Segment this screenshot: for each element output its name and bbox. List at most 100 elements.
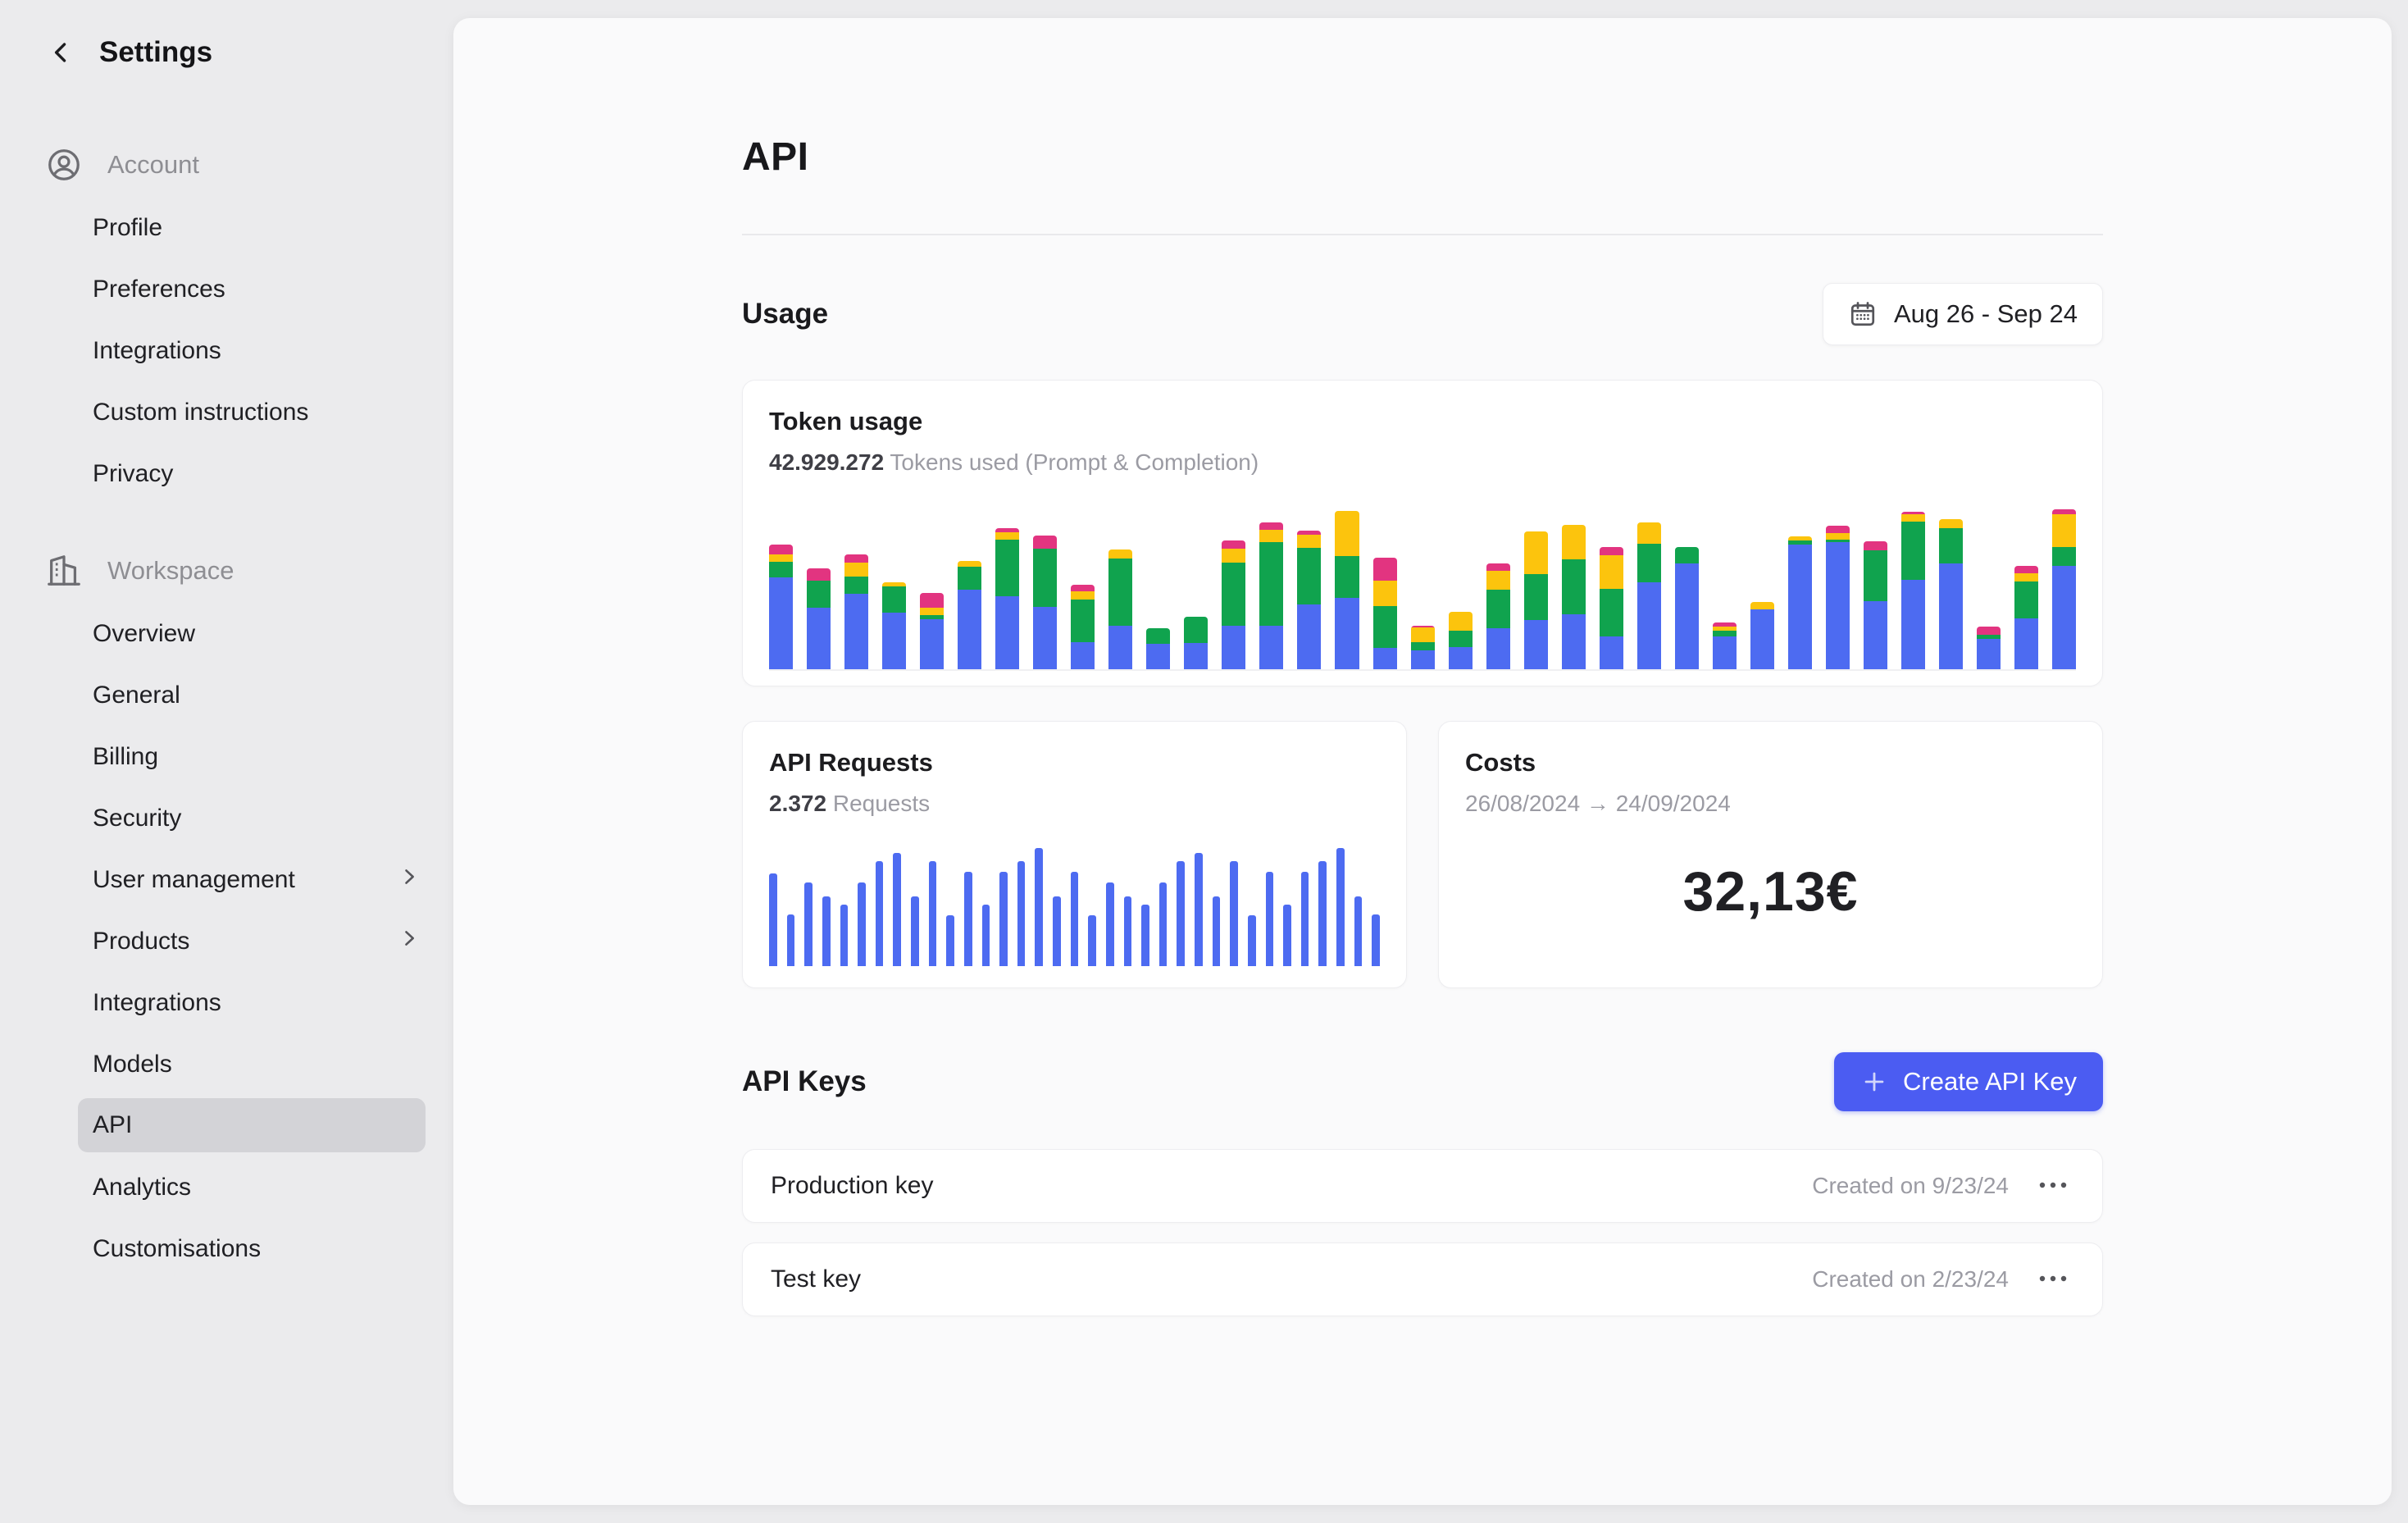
sidebar-section-header-account: Account xyxy=(45,133,453,197)
settings-header: Settings xyxy=(45,36,453,69)
sidebar-item-preferences[interactable]: Preferences xyxy=(93,258,440,320)
api-requests-title: API Requests xyxy=(769,748,1380,777)
api-request-bar xyxy=(1195,853,1203,966)
token-segment-blue xyxy=(1750,609,1774,669)
token-segment-blue xyxy=(995,596,1019,669)
token-usage-bar xyxy=(995,528,1019,669)
token-usage-card: Token usage 42.929.272 Tokens used (Prom… xyxy=(742,380,2103,686)
api-request-bar xyxy=(876,861,884,966)
token-segment-green xyxy=(1222,563,1245,626)
token-segment-pink xyxy=(807,568,831,581)
sidebar-item-security[interactable]: Security xyxy=(93,787,440,849)
token-segment-yellow xyxy=(1637,522,1661,544)
sidebar-item-privacy[interactable]: Privacy xyxy=(93,443,440,504)
token-segment-yellow xyxy=(1222,549,1245,563)
sidebar-item-integrations[interactable]: Integrations xyxy=(93,972,440,1033)
token-segment-green xyxy=(807,581,831,608)
token-segment-blue xyxy=(920,619,944,669)
api-requests-card: API Requests 2.372 Requests xyxy=(742,721,1407,988)
token-segment-yellow xyxy=(958,561,981,567)
token-segment-blue xyxy=(1373,648,1397,669)
token-segment-green xyxy=(1297,548,1321,604)
api-request-bar xyxy=(929,861,937,966)
token-segment-blue xyxy=(1524,620,1548,669)
create-api-key-button[interactable]: Create API Key xyxy=(1834,1052,2103,1111)
token-segment-green xyxy=(1901,522,1925,580)
api-key-menu-button[interactable] xyxy=(2032,1174,2074,1198)
sidebar-title: Settings xyxy=(99,36,212,69)
token-segment-green xyxy=(1373,606,1397,648)
sidebar-item-products[interactable]: Products xyxy=(93,910,440,972)
costs-title: Costs xyxy=(1465,748,2076,777)
sidebar-item-billing[interactable]: Billing xyxy=(93,726,440,787)
token-segment-pink xyxy=(1864,541,1887,550)
calendar-icon xyxy=(1848,299,1878,329)
token-segment-blue xyxy=(1335,598,1359,669)
token-segment-yellow xyxy=(1449,612,1473,631)
api-request-bar xyxy=(1035,848,1043,966)
sidebar-nav: AccountProfilePreferencesIntegrationsCus… xyxy=(45,133,453,1279)
sidebar-item-label: Integrations xyxy=(93,989,221,1017)
token-segment-green xyxy=(1524,574,1548,620)
token-usage-bar xyxy=(2014,566,2038,669)
token-segment-yellow xyxy=(1600,555,1623,589)
back-button[interactable] xyxy=(45,36,78,69)
api-request-bar xyxy=(1106,882,1114,966)
token-segment-pink xyxy=(1033,536,1057,549)
token-segment-yellow xyxy=(1108,549,1132,559)
token-segment-blue xyxy=(1297,604,1321,669)
api-request-bar xyxy=(804,882,813,966)
sidebar-item-label: Models xyxy=(93,1051,172,1078)
token-segment-pink xyxy=(1486,563,1510,571)
api-request-bar xyxy=(787,914,795,966)
token-usage-bar xyxy=(1184,617,1208,669)
api-requests-chart xyxy=(769,846,1380,966)
token-usage-bar xyxy=(1297,531,1321,669)
token-segment-green xyxy=(1939,528,1963,563)
token-usage-bar xyxy=(1977,627,2001,669)
sidebar-item-user-management[interactable]: User management xyxy=(93,849,440,910)
api-request-bar xyxy=(1088,915,1096,966)
token-usage-bar xyxy=(1524,531,1548,669)
token-segment-green xyxy=(1637,544,1661,582)
token-usage-value: 42.929.272 xyxy=(769,449,884,475)
api-request-bar xyxy=(893,853,901,966)
api-request-bar xyxy=(1141,905,1149,966)
token-segment-blue xyxy=(1222,626,1245,669)
token-segment-yellow xyxy=(2052,514,2076,547)
api-request-bar xyxy=(1213,896,1221,966)
sidebar-item-general[interactable]: General xyxy=(93,664,440,726)
sidebar-item-profile[interactable]: Profile xyxy=(93,197,440,258)
token-segment-pink xyxy=(1071,585,1095,591)
token-segment-blue xyxy=(1939,563,1963,669)
sidebar-item-custom-instructions[interactable]: Custom instructions xyxy=(93,381,440,443)
chevron-right-icon xyxy=(398,865,421,895)
token-segment-green xyxy=(1713,631,1737,636)
token-usage-bar xyxy=(844,554,868,669)
divider xyxy=(742,234,2103,235)
sidebar-item-integrations[interactable]: Integrations xyxy=(93,320,440,381)
token-segment-blue xyxy=(1184,643,1208,669)
sidebar-item-label: Customisations xyxy=(93,1235,261,1263)
building-icon xyxy=(45,552,83,590)
api-requests-value-suffix: Requests xyxy=(833,791,930,816)
token-segment-green xyxy=(1146,628,1170,644)
token-segment-blue xyxy=(1411,650,1435,669)
sidebar-item-analytics[interactable]: Analytics xyxy=(93,1156,440,1218)
sidebar-item-api[interactable]: API xyxy=(78,1098,426,1152)
date-range-button[interactable]: Aug 26 - Sep 24 xyxy=(1823,283,2103,345)
sidebar-item-label: Custom instructions xyxy=(93,399,308,426)
token-usage-bar xyxy=(1637,522,1661,669)
sidebar-item-models[interactable]: Models xyxy=(93,1033,440,1095)
token-segment-green xyxy=(958,567,981,590)
sidebar-item-label: Overview xyxy=(93,620,195,648)
sidebar-item-overview[interactable]: Overview xyxy=(93,603,440,664)
token-segment-pink xyxy=(1600,547,1623,555)
sidebar-item-customisations[interactable]: Customisations xyxy=(93,1218,440,1279)
token-segment-green xyxy=(1108,559,1132,626)
token-segment-yellow xyxy=(2014,573,2038,581)
api-key-menu-button[interactable] xyxy=(2032,1268,2074,1292)
token-segment-green xyxy=(1071,600,1095,642)
token-segment-pink xyxy=(844,554,868,563)
sidebar-section-account: AccountProfilePreferencesIntegrations Cus… xyxy=(45,133,453,504)
